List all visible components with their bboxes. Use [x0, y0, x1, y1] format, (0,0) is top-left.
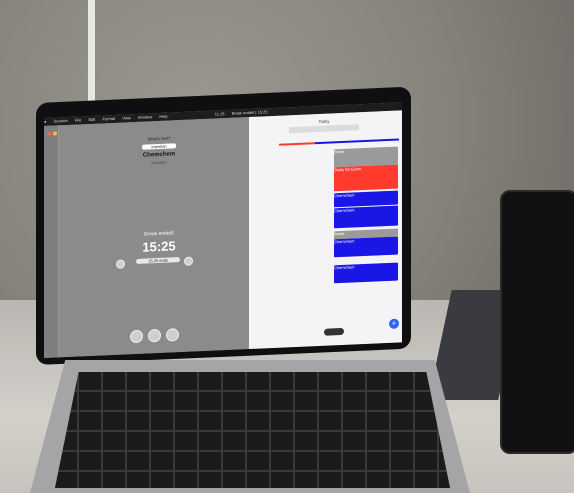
menubar-status[interactable]: Break ended | 15:25 — [232, 109, 268, 116]
end-time-pill[interactable]: 15:25 ends — [136, 257, 180, 264]
minimize-window-icon[interactable] — [53, 131, 57, 136]
event-chemchem-3[interactable]: Chemchem — [334, 236, 398, 258]
event-chemchem-2[interactable]: Chemchem — [334, 205, 398, 229]
prompt-label: What's next? — [147, 135, 171, 142]
menu-edit[interactable]: Edit — [88, 117, 95, 122]
rewind-icon[interactable] — [116, 259, 125, 269]
calendar-header: Today — [318, 118, 330, 125]
event-study[interactable]: Study for Exam — [334, 164, 398, 192]
apple-icon[interactable]: ● — [44, 119, 46, 124]
skip-button[interactable] — [130, 329, 143, 344]
stop-button[interactable] — [166, 328, 179, 342]
day-indicator-bar — [279, 138, 399, 146]
menubar-clock[interactable]: 11:15 — [215, 111, 225, 116]
keyboard-rows — [55, 372, 450, 488]
calendar-pane: Today Break Study for Exam Chemchem Chem… — [249, 110, 402, 350]
menu-window[interactable]: Window — [138, 114, 152, 120]
phone-device — [500, 190, 574, 454]
menu-help[interactable]: Help — [159, 114, 167, 119]
menu-app-name[interactable]: Session — [54, 118, 68, 124]
menu-format[interactable]: Format — [103, 116, 116, 122]
event-chemchem-4[interactable]: Chemchem — [334, 262, 398, 284]
timer-clock: 15:25 — [142, 238, 176, 255]
intention-tag[interactable]: Intention — [142, 143, 176, 150]
event-chemchem-1[interactable]: Chemchem — [334, 190, 398, 208]
forward-icon[interactable] — [184, 256, 193, 266]
task-subtitle: Intention — [151, 159, 167, 166]
sidebar-strip — [44, 125, 59, 358]
week-strip[interactable] — [289, 124, 359, 134]
menu-file[interactable]: File — [75, 117, 81, 122]
cable — [70, 0, 95, 115]
calendar-toolbar-pill[interactable] — [324, 327, 344, 336]
laptop-screen: ● Session File Edit Format View Window H… — [44, 102, 402, 358]
pause-button[interactable] — [148, 328, 161, 343]
menu-view[interactable]: View — [122, 115, 131, 120]
close-window-icon[interactable] — [47, 131, 51, 136]
add-event-button[interactable]: + — [389, 318, 399, 329]
timer-pane: What's next? Intention Chemchem Intentio… — [44, 117, 249, 358]
